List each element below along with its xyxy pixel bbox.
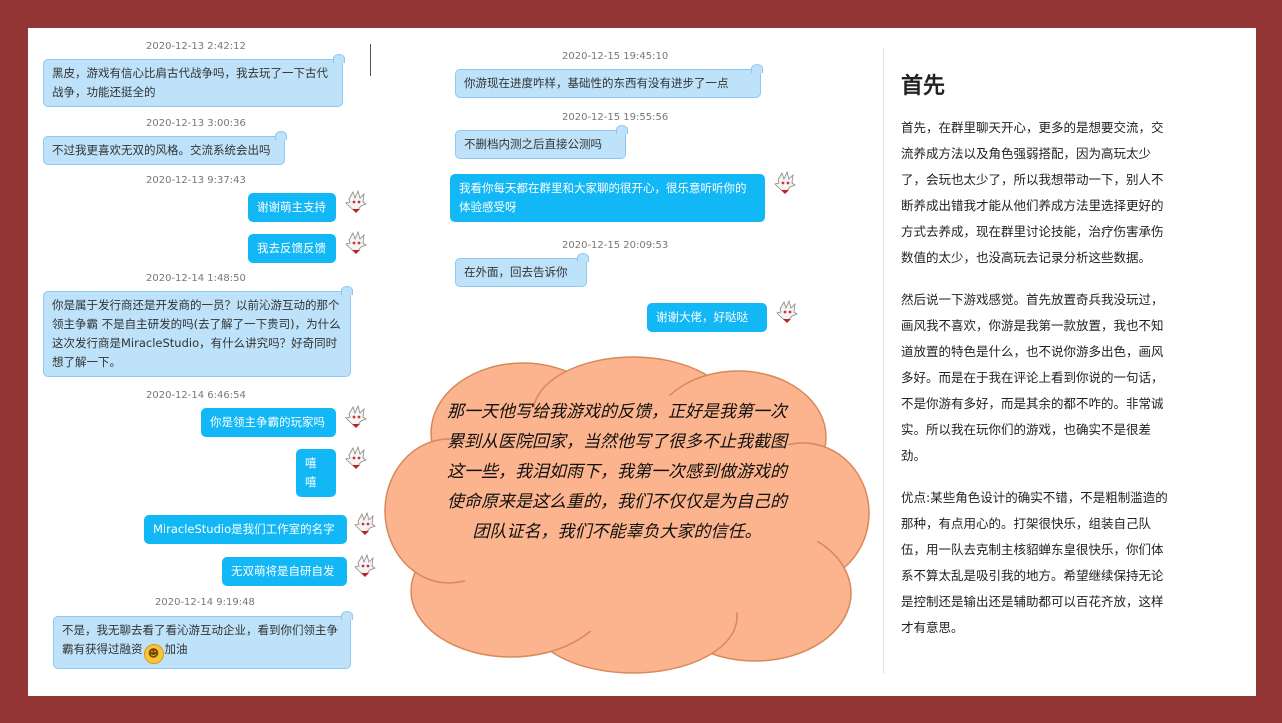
timestamp: 2020-12-13 3:00:36 [146,118,246,129]
cloud-caption: 那一天他写给我游戏的反馈，正好是我第一次累到从医院回家，当然他写了很多不止我截图… [447,402,787,542]
outgoing-message[interactable]: 谢谢大佬，好哒哒 [647,303,767,332]
cloud-callout: 那一天他写给我游戏的反馈，正好是我第一次累到从医院回家，当然他写了很多不止我截图… [383,355,871,675]
avatar[interactable] [344,446,368,470]
article-paragraph: 优点:某些角色设计的确实不错，不是粗制滥造的那种，有点用心的。打架很快乐，组装自… [901,490,1168,635]
avatar[interactable] [773,171,797,195]
bubble-tail-icon [333,54,345,63]
message-text: 你是领主争霸的玩家吗 [210,415,325,429]
incoming-message[interactable]: 你是属于发行商还是开发商的一员？以前沁游互动的那个 领主争霸 不是自主研发的吗(… [43,286,353,377]
incoming-message[interactable]: 不是，我无聊去看了看沁游互动企业，看到你们领主争霸有获得过融资 ☻ 加油 [53,611,353,669]
timestamp: 2020-12-15 19:55:56 [562,112,669,123]
outgoing-message[interactable]: MiracleStudio是我们工作室的名字 [144,515,347,544]
timestamp: 2020-12-14 1:48:50 [146,273,246,284]
message-text: 不是，我无聊去看了看沁游互动企业，看到你们领主争霸有获得过融资 [62,623,338,656]
outgoing-message[interactable]: 我看你每天都在群里和大家聊的很开心，很乐意听听你的体验感受呀 [450,174,765,222]
message-text: 黑皮，游戏有信心比肩古代战争吗，我去玩了一下古代战争，功能还挺全的 [52,66,328,99]
timestamp: 2020-12-13 9:37:43 [146,175,246,186]
message-text: 我去反馈反馈 [257,241,326,255]
timestamp: 2020-12-15 20:09:53 [562,240,669,251]
timestamp: 2020-12-15 19:45:10 [562,51,669,62]
bubble-tail-icon [341,286,353,295]
grin-emoji-icon: ☻ [143,644,164,664]
incoming-message[interactable]: 你游现在进度咋样，基础性的东西有没有进步了一点 [455,64,763,98]
message-text: 谢谢萌主支持 [257,200,326,214]
message-text: 我看你每天都在群里和大家聊的很开心，很乐意听听你的体验感受呀 [459,181,747,214]
bubble-tail-icon [616,125,628,134]
incoming-message[interactable]: 黑皮，游戏有信心比肩古代战争吗，我去玩了一下古代战争，功能还挺全的 [43,54,345,107]
outgoing-message[interactable]: 你是领主争霸的玩家吗 [201,408,336,437]
avatar[interactable] [353,512,377,536]
avatar[interactable] [775,300,799,324]
message-text: 嘻嘻 [305,456,317,489]
incoming-message[interactable]: 不过我更喜欢无双的风格。交流系统会出吗 [43,131,287,165]
message-text: 不过我更喜欢无双的风格。交流系统会出吗 [52,143,271,157]
avatar[interactable] [353,554,377,578]
message-text: 加油 [164,642,188,656]
timestamp: 2020-12-13 2:42:12 [146,41,246,52]
message-text: 你游现在进度咋样，基础性的东西有没有进步了一点 [464,76,729,90]
message-text: 不删档内测之后直接公测吗 [464,137,602,151]
article-title: 首先 [901,74,946,99]
message-text: MiracleStudio是我们工作室的名字 [153,522,335,536]
article-paragraph: 首先，在群里聊天开心，更多的是想要交流，交流养成方法以及角色强弱搭配，因为高玩太… [901,120,1164,265]
message-text: 谢谢大佬，好哒哒 [656,310,748,324]
bubble-tail-icon [341,611,353,620]
avatar[interactable] [344,190,368,214]
outgoing-message[interactable]: 无双萌将是自研自发 [222,557,347,586]
scrollbar[interactable] [370,44,371,76]
timestamp: 2020-12-14 6:46:54 [146,390,246,401]
message-text: 无双萌将是自研自发 [231,564,335,578]
bubble-tail-icon [577,253,589,262]
message-text: 你是属于发行商还是开发商的一员？以前沁游互动的那个 领主争霸 不是自主研发的吗(… [52,298,341,369]
outgoing-message[interactable]: 嘻嘻 [296,449,336,497]
outgoing-message[interactable]: 我去反馈反馈 [248,234,336,263]
article-paragraph: 然后说一下游戏感觉。首先放置奇兵我没玩过，画风我不喜欢，你游是我第一款放置，我也… [901,292,1164,463]
article-body: 首先，在群里聊天开心，更多的是想要交流，交流养成方法以及角色强弱搭配，因为高玩太… [901,115,1173,657]
outgoing-message[interactable]: 谢谢萌主支持 [248,193,336,222]
bubble-tail-icon [275,131,287,140]
bubble-tail-icon [751,64,763,73]
incoming-message[interactable]: 在外面，回去告诉你 [455,253,589,287]
timestamp: 2020-12-14 9:19:48 [155,597,255,608]
avatar[interactable] [344,231,368,255]
incoming-message[interactable]: 不删档内测之后直接公测吗 [455,125,628,159]
message-text: 在外面，回去告诉你 [464,265,568,279]
avatar[interactable] [344,405,368,429]
divider [883,48,884,674]
